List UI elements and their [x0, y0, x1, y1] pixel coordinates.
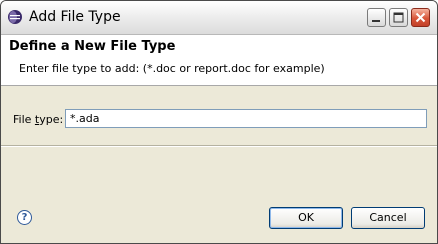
file-type-input[interactable]: [65, 109, 427, 128]
file-type-label: File type:: [13, 113, 63, 126]
file-type-label-prefix: File: [13, 113, 35, 126]
title-bar[interactable]: Add File Type: [1, 1, 437, 35]
file-type-label-suffix: ype:: [39, 113, 64, 126]
dialog-header: Define a New File Type Enter file type t…: [1, 35, 437, 86]
close-icon: [415, 12, 426, 23]
ok-button[interactable]: OK: [269, 207, 343, 229]
dialog-heading: Define a New File Type: [9, 39, 176, 54]
maximize-button[interactable]: [389, 8, 408, 27]
help-button[interactable]: ?: [17, 210, 32, 225]
maximize-icon: [393, 12, 404, 23]
close-button[interactable]: [411, 8, 430, 27]
footer-separator: [1, 145, 437, 147]
cancel-button[interactable]: Cancel: [351, 207, 425, 229]
window-title: Add File Type: [29, 9, 121, 25]
add-file-type-dialog: Add File Type Define a New File Type Ent…: [0, 0, 438, 244]
minimize-icon: [372, 20, 380, 22]
question-mark-icon: ?: [21, 212, 28, 223]
minimize-button[interactable]: [367, 8, 386, 27]
app-icon: [8, 10, 22, 24]
dialog-message: Enter file type to add: (*.doc or report…: [19, 62, 325, 75]
